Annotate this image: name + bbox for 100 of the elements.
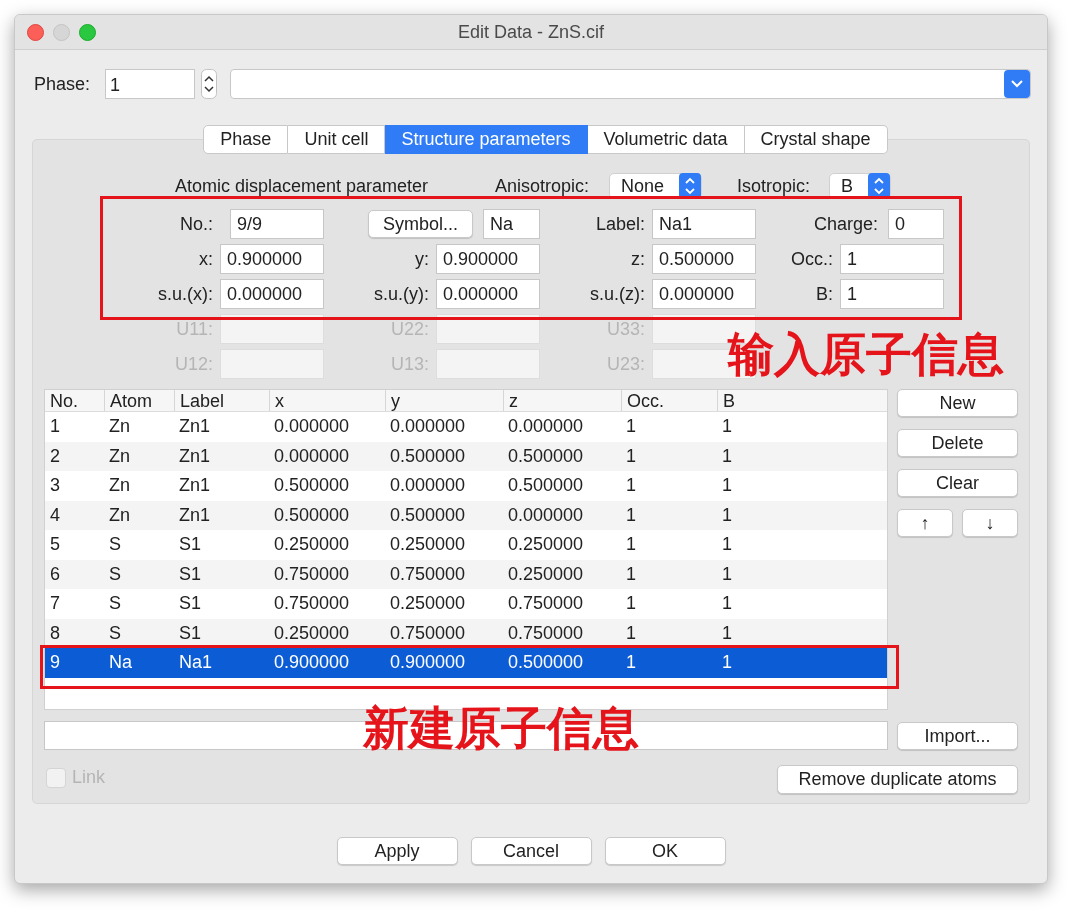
tab[interactable]: Volumetric data (587, 125, 745, 154)
table-cell-text: 0.250000 (389, 592, 467, 616)
move-button[interactable]: ↑ (897, 509, 953, 537)
side-button[interactable]: New (897, 389, 1018, 417)
footer-button[interactable]: OK (604, 837, 726, 865)
input-field[interactable]: 0.500000 (652, 244, 756, 274)
table-cell-text: 0.500000 (507, 651, 585, 675)
input-field[interactable]: 9/9 (230, 209, 324, 239)
table-cell-text: 2 (49, 444, 61, 468)
column-header[interactable]: y (385, 390, 503, 411)
field-label: No.: (180, 212, 213, 236)
field-label: Label: (595, 212, 645, 236)
input-field[interactable]: 1 (840, 279, 944, 309)
input-field[interactable]: Na (483, 209, 540, 239)
table-cell-text: 8 (49, 621, 61, 645)
table-cell-text: 0.000000 (507, 415, 585, 439)
input-field[interactable]: 0.000000 (436, 279, 540, 309)
input-field[interactable]: Na1 (652, 209, 756, 239)
stepper-icon (868, 173, 890, 199)
tab[interactable]: Phase (203, 125, 289, 154)
close-button[interactable] (27, 23, 44, 41)
table-cell-text: 1 (625, 474, 637, 498)
field-label: y: (415, 247, 429, 271)
input-field[interactable]: 0 (888, 209, 944, 239)
anisotropic-popup[interactable]: None (609, 173, 702, 199)
table-cell-text: 1 (625, 592, 637, 616)
input-field[interactable]: 0.900000 (220, 244, 324, 274)
table-cell-text: 0.500000 (273, 474, 351, 498)
symbol-button[interactable]: Symbol... (368, 210, 473, 238)
footer-button[interactable]: Apply (336, 837, 458, 865)
field-label: Charge: (813, 212, 878, 236)
table-cell-text: Na1 (178, 651, 214, 675)
table-cell-text: Na (108, 651, 133, 675)
table-cell-text: 0.250000 (389, 533, 467, 557)
field-label: B: (816, 282, 833, 306)
table-cell-text: 0.500000 (273, 503, 351, 527)
table-cell-text: 1 (721, 444, 733, 468)
table-row[interactable]: 4 Zn Zn1 0.500000 0.500000 0.000000 1 1 (45, 500, 887, 530)
table-cell-text: S1 (178, 533, 203, 557)
remove-duplicates-button[interactable]: Remove duplicate atoms (777, 765, 1018, 794)
stepper-icon (679, 173, 701, 199)
table-cell-text: 0.750000 (507, 592, 585, 616)
zoom-button[interactable] (79, 23, 96, 41)
field-label: s.u.(z): (590, 282, 645, 306)
column-header[interactable]: x (269, 390, 385, 411)
field-label: s.u.(x): (158, 282, 213, 306)
table-cell-text: Zn (108, 474, 131, 498)
table-row[interactable]: 9 Na Na1 0.900000 0.900000 0.500000 1 1 (45, 648, 887, 678)
input-field[interactable]: 0.900000 (436, 244, 540, 274)
table-cell-text: 1 (721, 621, 733, 645)
table-row[interactable]: 2 Zn Zn1 0.000000 0.500000 0.500000 1 1 (45, 441, 887, 471)
input-field[interactable]: 0.000000 (652, 279, 756, 309)
tab[interactable]: Structure parameters (385, 125, 588, 154)
column-header[interactable]: Label (174, 390, 269, 411)
table-cell-text: 0.500000 (389, 503, 467, 527)
table-cell-text: 1 (721, 503, 733, 527)
table-cell-text: 1 (721, 533, 733, 557)
column-header[interactable]: Occ. (621, 390, 717, 411)
stepper-icon[interactable] (201, 69, 217, 99)
table-cell-text: 0.000000 (389, 415, 467, 439)
move-button[interactable]: ↓ (962, 509, 1018, 537)
column-header[interactable]: z (503, 390, 621, 411)
table-cell-text: 1 (721, 592, 733, 616)
field-label: z: (631, 247, 645, 271)
side-button[interactable]: Clear (897, 469, 1018, 497)
isotropic-popup[interactable]: B (829, 173, 891, 199)
table-cell-text: 0.000000 (389, 474, 467, 498)
isotropic-label: Isotropic: (737, 174, 812, 198)
table-cell-text: 0.250000 (273, 621, 351, 645)
import-button[interactable]: Import... (897, 721, 1018, 750)
table-cell-text: S1 (178, 592, 203, 616)
table-cell-text: 0.000000 (273, 444, 351, 468)
side-button[interactable]: Delete (897, 429, 1018, 457)
tab[interactable]: Crystal shape (744, 125, 888, 154)
table-cell-text: 3 (49, 474, 61, 498)
column-header[interactable]: B (717, 390, 887, 411)
input-field[interactable]: 1 (840, 244, 944, 274)
column-header[interactable]: No. (45, 390, 104, 411)
phase-label: Phase: (34, 72, 92, 96)
table-cell-text: 1 (49, 415, 61, 439)
annotation-text: 输入原子信息 (728, 327, 1004, 382)
phase-dropdown[interactable] (230, 69, 1031, 99)
phase-field[interactable]: 1 (105, 69, 195, 99)
table-cell-text: 1 (625, 503, 637, 527)
tab[interactable]: Unit cell (288, 125, 386, 154)
table-cell-text: 1 (721, 474, 733, 498)
table-cell-text: 5 (49, 533, 61, 557)
input-field[interactable]: 0.000000 (220, 279, 324, 309)
table-row[interactable]: 6 S S1 0.750000 0.750000 0.250000 1 1 (45, 559, 887, 589)
table-cell-text: 0.900000 (273, 651, 351, 675)
table-cell-text: 0.750000 (389, 621, 467, 645)
table-cell-text: 0.250000 (507, 533, 585, 557)
table-cell-text: 4 (49, 503, 61, 527)
column-header[interactable]: Atom (104, 390, 174, 411)
table-cell-text: S (108, 592, 122, 616)
field-label: x: (199, 247, 213, 271)
table-cell-text: Zn1 (178, 474, 212, 498)
footer-button[interactable]: Cancel (470, 837, 592, 865)
table-cell-text: 0.250000 (273, 533, 351, 557)
table-cell-text: 0.000000 (273, 415, 351, 439)
